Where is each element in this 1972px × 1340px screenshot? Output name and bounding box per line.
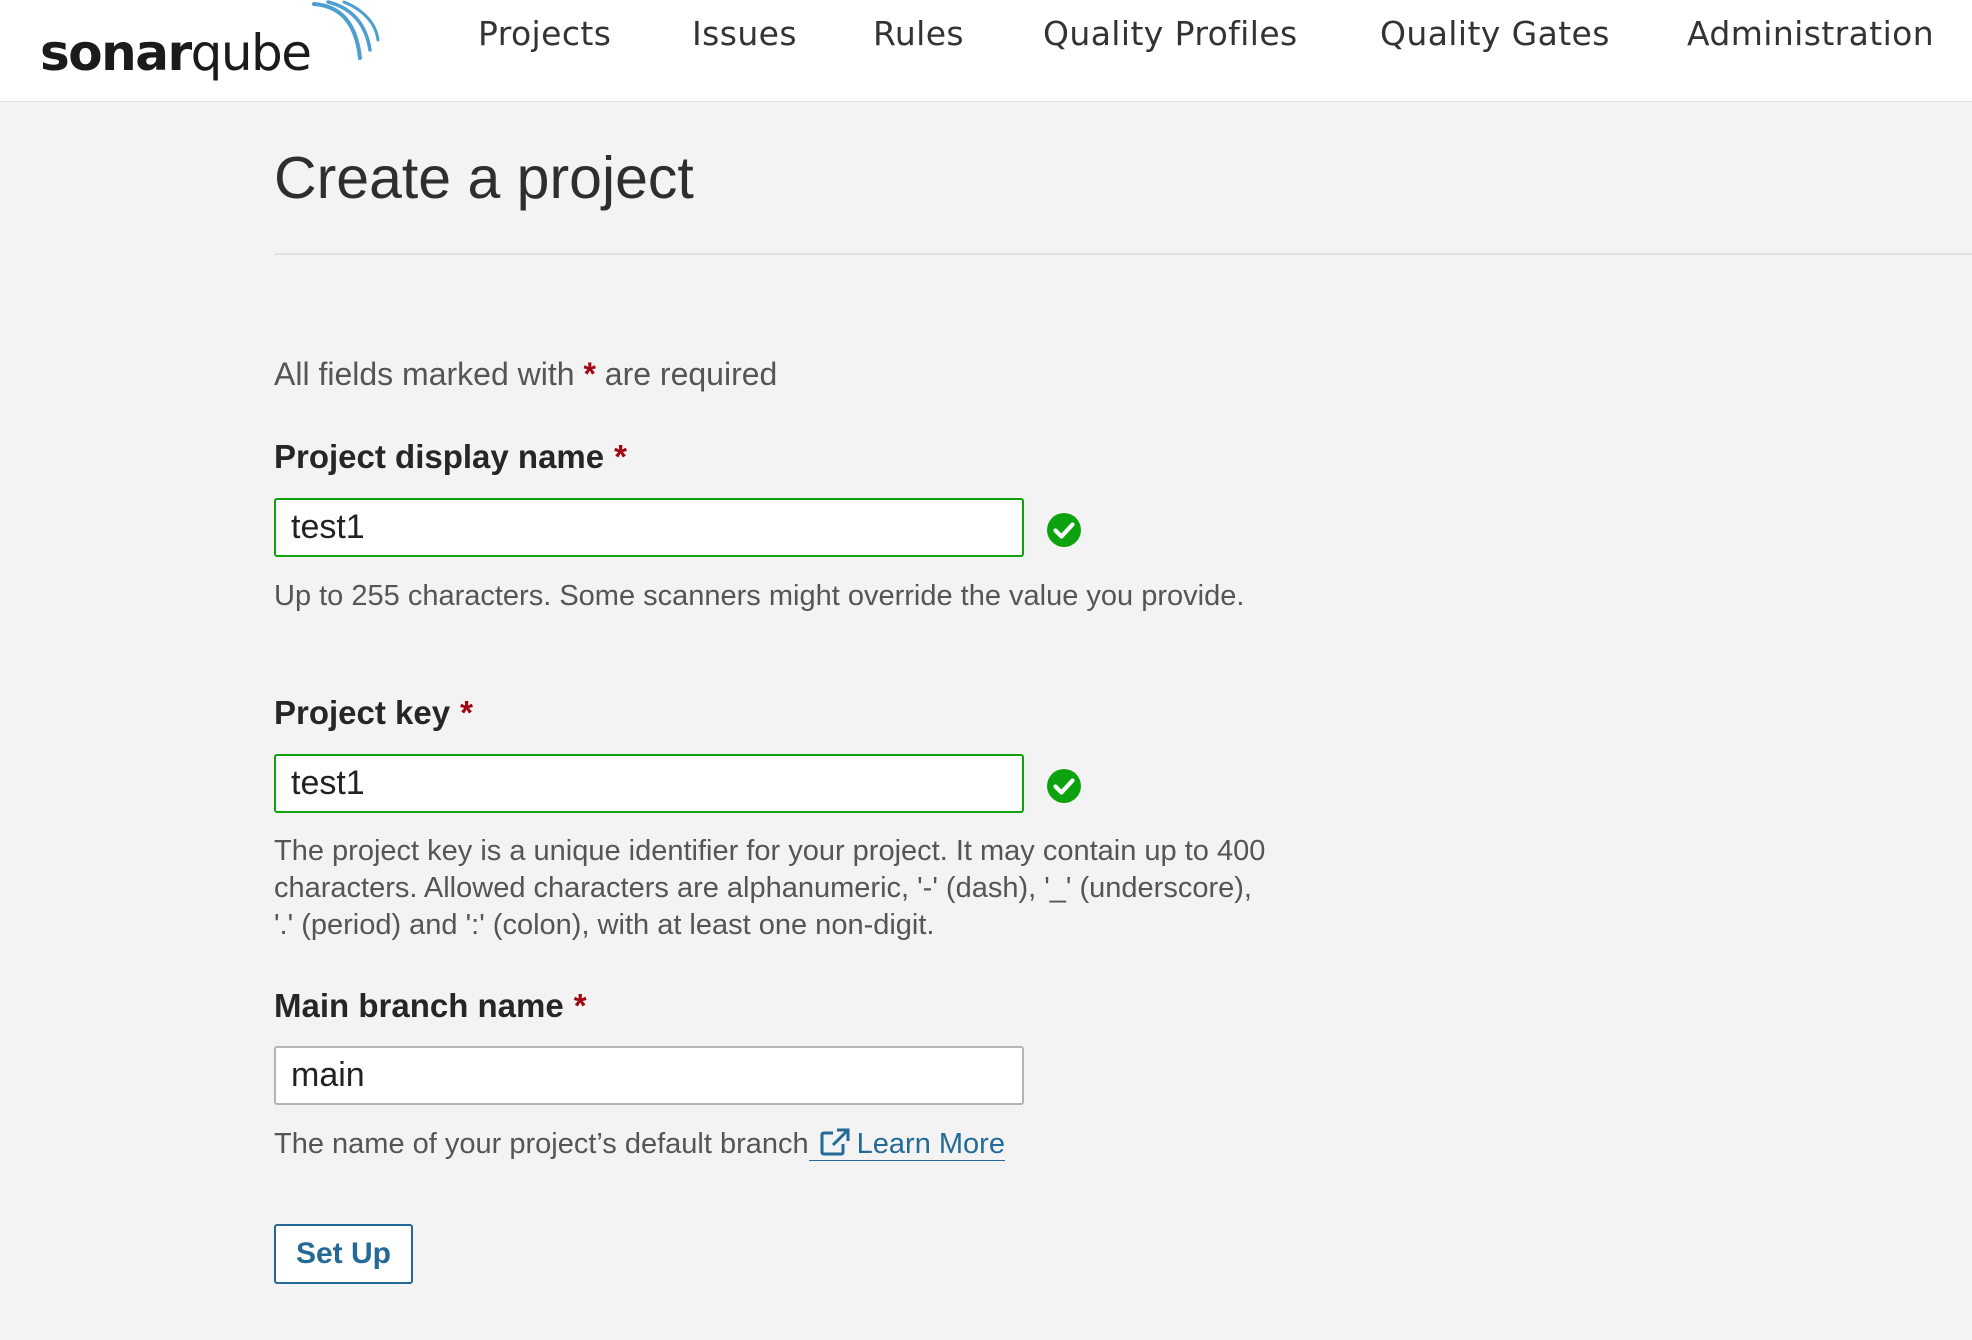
display-name-label: Project display name * — [274, 438, 627, 475]
required-asterisk: * — [614, 438, 627, 475]
main-branch-input[interactable] — [274, 1046, 1024, 1105]
nav-rules[interactable]: Rules — [873, 14, 964, 53]
nav-quality-gates[interactable]: Quality Gates — [1380, 14, 1610, 53]
required-asterisk: * — [573, 987, 587, 1024]
top-navigation-bar: sonarqube Projects Issues Rules Quality … — [0, 0, 1972, 102]
project-key-help: The project key is a unique identifier f… — [274, 835, 1266, 941]
nav-administration[interactable]: Administration — [1687, 14, 1934, 53]
check-circle-icon — [1047, 769, 1081, 803]
check-circle-icon — [1047, 513, 1081, 547]
required-asterisk: * — [460, 694, 473, 731]
project-key-input[interactable] — [274, 754, 1024, 813]
title-divider — [274, 253, 1972, 255]
project-key-label: Project key * — [274, 694, 473, 731]
set-up-button[interactable]: Set Up — [274, 1224, 413, 1284]
main-branch-label: Main branch name * — [274, 987, 587, 1024]
main-nav: Projects Issues Rules Quality Profiles Q… — [0, 0, 1972, 70]
project-display-name-input[interactable] — [274, 498, 1024, 557]
main-branch-help: The name of your project’s default branc… — [274, 1128, 1005, 1161]
nav-issues[interactable]: Issues — [692, 14, 797, 53]
required-fields-note: All fields marked with * are required — [274, 356, 778, 392]
external-link-icon — [820, 1128, 850, 1156]
page-title: Create a project — [274, 145, 694, 211]
nav-projects[interactable]: Projects — [478, 14, 611, 53]
nav-quality-profiles[interactable]: Quality Profiles — [1043, 14, 1298, 53]
required-asterisk: * — [583, 356, 596, 392]
display-name-help: Up to 255 characters. Some scanners migh… — [274, 580, 1245, 612]
learn-more-link[interactable]: Learn More — [808, 1128, 1005, 1161]
